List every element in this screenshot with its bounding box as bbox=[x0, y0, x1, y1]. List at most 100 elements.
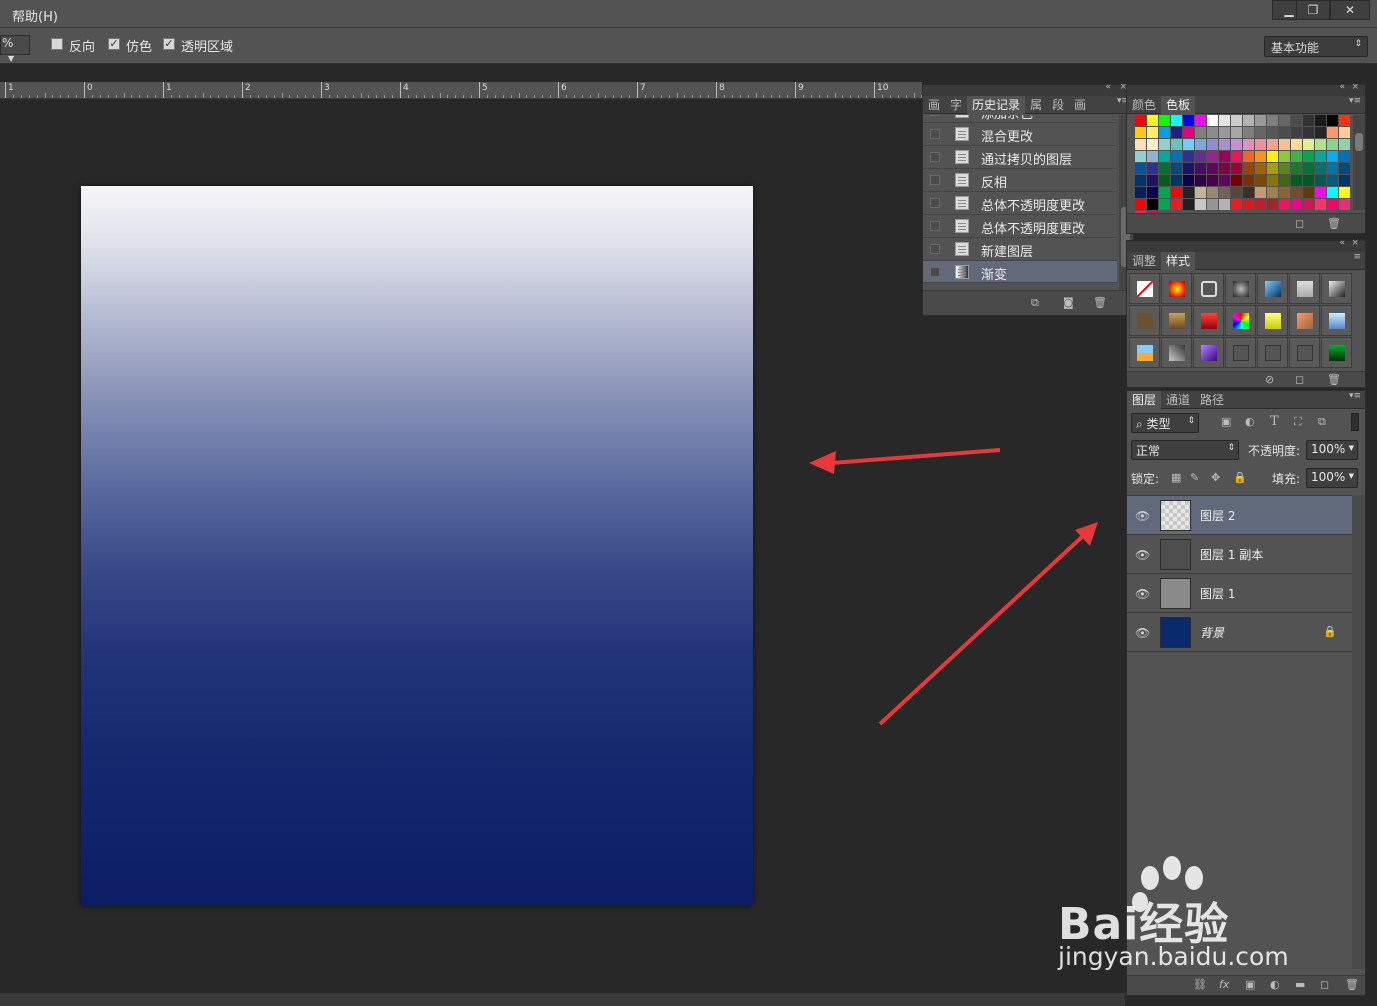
color-swatch[interactable] bbox=[1327, 187, 1338, 198]
style-preset[interactable] bbox=[1225, 337, 1256, 368]
color-swatch[interactable] bbox=[1255, 187, 1266, 198]
color-swatch[interactable] bbox=[1231, 139, 1242, 150]
color-swatch[interactable] bbox=[1171, 115, 1182, 126]
color-swatch[interactable] bbox=[1255, 127, 1266, 138]
opacity-percent-dropdown[interactable]: % ▼ bbox=[0, 35, 30, 63]
color-swatch[interactable] bbox=[1291, 127, 1302, 138]
tab-layers[interactable]: 图层 bbox=[1127, 391, 1162, 409]
color-swatch[interactable] bbox=[1147, 139, 1158, 150]
new-layer-icon[interactable]: ◻ bbox=[1320, 978, 1329, 991]
layer-row[interactable]: 👁 图层 1 副本 bbox=[1127, 535, 1352, 574]
fx-icon[interactable]: fx bbox=[1219, 978, 1229, 991]
color-swatch[interactable] bbox=[1147, 175, 1158, 186]
color-swatch[interactable] bbox=[1279, 175, 1290, 186]
image-filter-icon[interactable]: ▣ bbox=[1221, 415, 1231, 428]
lock-transparent-icon[interactable]: ▦ bbox=[1171, 471, 1181, 484]
history-snapshot-checkbox[interactable] bbox=[930, 267, 940, 277]
document-canvas[interactable] bbox=[81, 186, 753, 906]
color-swatch[interactable] bbox=[1135, 139, 1146, 150]
color-swatch[interactable] bbox=[1315, 139, 1326, 150]
dither-checkbox[interactable]: ✓ bbox=[108, 38, 120, 50]
close-icon[interactable]: × bbox=[1351, 82, 1359, 92]
color-swatch[interactable] bbox=[1339, 139, 1350, 150]
lock-paint-icon[interactable]: ✎ bbox=[1190, 471, 1199, 484]
color-swatch[interactable] bbox=[1339, 187, 1350, 198]
color-swatch[interactable] bbox=[1195, 115, 1206, 126]
history-snapshot-checkbox[interactable] bbox=[930, 152, 940, 162]
history-snapshot-checkbox[interactable] bbox=[930, 115, 940, 116]
fill-input[interactable]: 100% ▼ bbox=[1306, 468, 1358, 488]
color-swatch[interactable] bbox=[1267, 187, 1278, 198]
color-swatch[interactable] bbox=[1315, 163, 1326, 174]
style-preset[interactable] bbox=[1321, 273, 1352, 304]
color-swatch[interactable] bbox=[1291, 115, 1302, 126]
collapse-icon[interactable]: « bbox=[1339, 238, 1345, 248]
color-swatch[interactable] bbox=[1243, 163, 1254, 174]
color-swatch[interactable] bbox=[1219, 151, 1230, 162]
history-item[interactable]: 总体不透明度更改 bbox=[923, 192, 1117, 215]
style-preset[interactable] bbox=[1257, 273, 1288, 304]
color-swatch[interactable] bbox=[1147, 163, 1158, 174]
tab-adjustments[interactable]: 调整 bbox=[1127, 252, 1161, 270]
color-swatch[interactable] bbox=[1195, 199, 1206, 210]
trash-icon[interactable]: 🗑 bbox=[1093, 296, 1107, 309]
color-swatch[interactable] bbox=[1279, 187, 1290, 198]
color-swatch[interactable] bbox=[1207, 127, 1218, 138]
color-swatch[interactable] bbox=[1231, 115, 1242, 126]
collapse-icon[interactable]: « bbox=[1339, 82, 1345, 92]
color-swatch[interactable] bbox=[1267, 175, 1278, 186]
layers-scrollbar[interactable] bbox=[1352, 495, 1365, 969]
menu-help[interactable]: 帮助(H) bbox=[12, 6, 58, 25]
color-swatch[interactable] bbox=[1159, 127, 1170, 138]
color-swatch[interactable] bbox=[1159, 175, 1170, 186]
color-swatch[interactable] bbox=[1231, 199, 1242, 210]
color-swatch[interactable] bbox=[1339, 151, 1350, 162]
style-preset[interactable] bbox=[1289, 273, 1320, 304]
color-swatch[interactable] bbox=[1231, 187, 1242, 198]
restore-button[interactable]: ❐ bbox=[1296, 0, 1330, 20]
color-swatch[interactable] bbox=[1267, 199, 1278, 210]
color-swatch[interactable] bbox=[1303, 127, 1314, 138]
color-swatch[interactable] bbox=[1279, 163, 1290, 174]
color-swatch[interactable] bbox=[1327, 151, 1338, 162]
color-swatch[interactable] bbox=[1255, 115, 1266, 126]
reverse-checkbox[interactable] bbox=[51, 38, 63, 50]
color-swatch[interactable] bbox=[1147, 151, 1158, 162]
style-preset[interactable] bbox=[1321, 305, 1352, 336]
history-snapshot-checkbox[interactable] bbox=[930, 129, 940, 139]
color-swatch[interactable] bbox=[1303, 187, 1314, 198]
style-preset[interactable] bbox=[1161, 273, 1192, 304]
style-preset[interactable] bbox=[1193, 337, 1224, 368]
color-swatch[interactable] bbox=[1219, 139, 1230, 150]
folder-icon[interactable]: ▬ bbox=[1295, 978, 1305, 991]
style-preset[interactable] bbox=[1129, 337, 1160, 368]
color-swatch[interactable] bbox=[1243, 187, 1254, 198]
history-item[interactable]: 总体不透明度更改 bbox=[923, 215, 1117, 238]
color-swatch[interactable] bbox=[1159, 187, 1170, 198]
color-swatch[interactable] bbox=[1219, 115, 1230, 126]
color-swatch[interactable] bbox=[1171, 199, 1182, 210]
color-swatch[interactable] bbox=[1231, 151, 1242, 162]
color-swatch[interactable] bbox=[1255, 163, 1266, 174]
color-swatch[interactable] bbox=[1135, 199, 1146, 210]
camera-icon[interactable]: ◙ bbox=[1063, 296, 1074, 309]
color-swatch[interactable] bbox=[1219, 187, 1230, 198]
adjustment-filter-icon[interactable]: ◐ bbox=[1245, 415, 1255, 428]
color-swatch[interactable] bbox=[1207, 151, 1218, 162]
color-swatch[interactable] bbox=[1255, 175, 1266, 186]
tab-history[interactable]: 历史记录 bbox=[967, 96, 1026, 114]
color-swatch[interactable] bbox=[1303, 115, 1314, 126]
color-swatch[interactable] bbox=[1207, 139, 1218, 150]
color-swatch[interactable] bbox=[1303, 139, 1314, 150]
color-swatch[interactable] bbox=[1135, 127, 1146, 138]
color-swatch[interactable] bbox=[1195, 163, 1206, 174]
color-swatch[interactable] bbox=[1291, 139, 1302, 150]
lock-all-icon[interactable]: 🔒 bbox=[1233, 471, 1247, 484]
mask-icon[interactable]: ▣ bbox=[1245, 978, 1255, 991]
style-preset[interactable] bbox=[1257, 337, 1288, 368]
scroll-thumb[interactable] bbox=[1355, 133, 1363, 151]
color-swatch[interactable] bbox=[1255, 199, 1266, 210]
color-swatch[interactable] bbox=[1327, 163, 1338, 174]
color-swatch[interactable] bbox=[1327, 115, 1338, 126]
layer-row[interactable]: 👁 背景 🔒 bbox=[1127, 613, 1352, 652]
